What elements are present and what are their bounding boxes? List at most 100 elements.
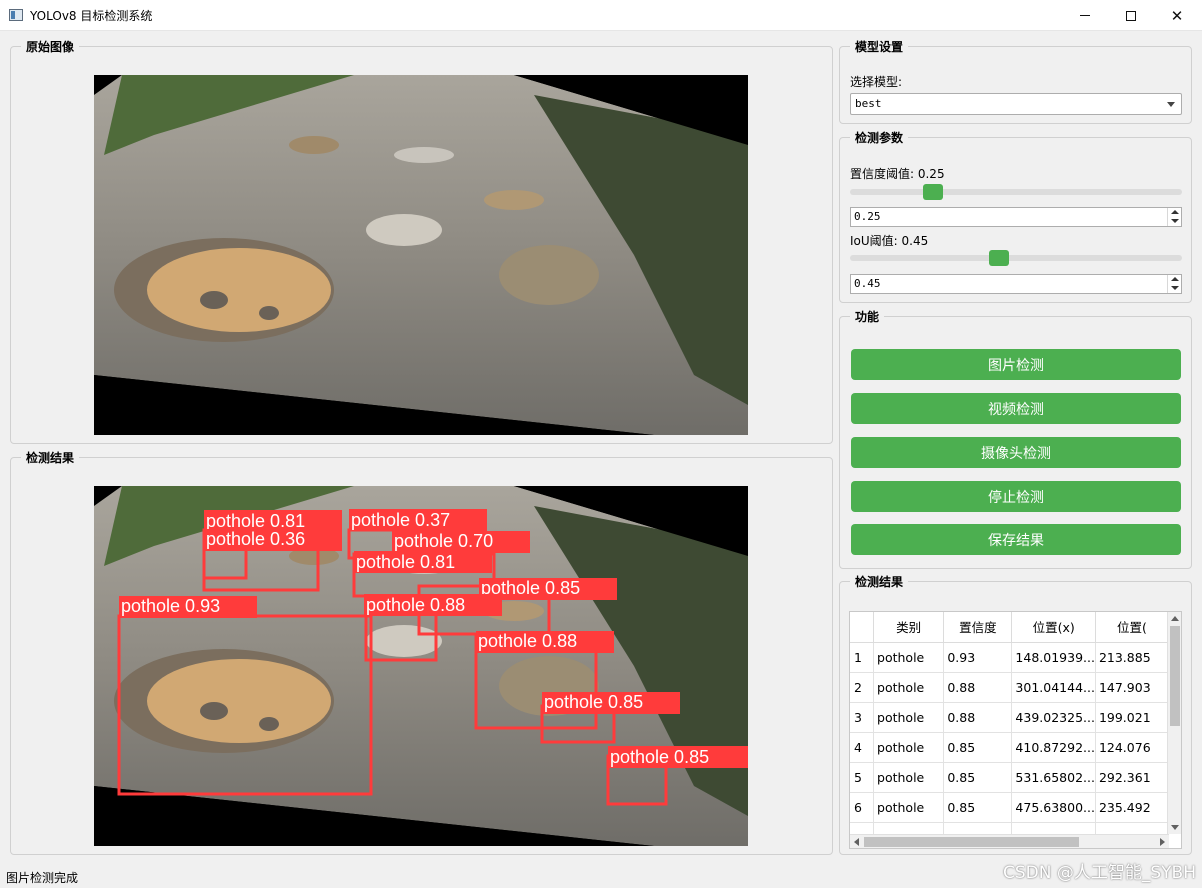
- road-photo: [94, 75, 748, 435]
- minimize-button[interactable]: [1062, 0, 1108, 31]
- row-number[interactable]: 5: [850, 762, 875, 793]
- scroll-down-icon[interactable]: [1171, 825, 1179, 830]
- row-number[interactable]: 4: [850, 732, 875, 763]
- x-cell[interactable]: 475.63800...: [1011, 792, 1096, 823]
- table-row[interactable]: 2 pothole 0.88 301.04144... 147.903: [850, 672, 1169, 703]
- table-row[interactable]: 3 pothole 0.88 439.02325... 199.021: [850, 702, 1169, 733]
- confidence-cell[interactable]: [943, 822, 1013, 834]
- x-cell[interactable]: 531.65802...: [1011, 762, 1096, 793]
- column-header[interactable]: 置信度: [943, 612, 1013, 643]
- row-number[interactable]: [850, 822, 875, 834]
- chevron-up-icon[interactable]: [1171, 210, 1179, 214]
- x-cell[interactable]: 410.87292...: [1011, 732, 1096, 763]
- class-cell[interactable]: pothole: [873, 732, 945, 763]
- y-cell[interactable]: 235.492: [1095, 792, 1169, 823]
- result-image-panel: 检测结果 pothole 0.81 pothole 0.37 pothole 0…: [10, 449, 833, 855]
- table-row[interactable]: 1 pothole 0.93 148.01939... 213.885: [850, 642, 1169, 673]
- detection-overlay: pothole 0.81 pothole 0.37 pothole 0.36 p…: [94, 486, 748, 846]
- confidence-spinbox[interactable]: 0.25: [850, 207, 1182, 227]
- title-bar: YOLOv8 目标检测系统 ✕: [0, 0, 1202, 31]
- spin-arrows[interactable]: [1167, 275, 1181, 293]
- save-results-button[interactable]: 保存结果: [851, 524, 1181, 555]
- iou-slider[interactable]: [850, 250, 1182, 266]
- spin-arrows[interactable]: [1167, 208, 1181, 226]
- class-cell[interactable]: pothole: [873, 792, 945, 823]
- iou-slider-handle[interactable]: [989, 250, 1010, 266]
- detection-params-panel: 检测参数 置信度阈值: 0.25 0.25 IoU阈值: 0.45 0.45: [839, 129, 1192, 303]
- maximize-icon: [1126, 10, 1136, 21]
- horizontal-scroll-thumb[interactable]: [864, 837, 1079, 847]
- chevron-down-icon: [1167, 102, 1175, 107]
- confidence-cell[interactable]: 0.88: [943, 702, 1013, 733]
- horizontal-scrollbar[interactable]: [850, 834, 1169, 848]
- close-button[interactable]: ✕: [1154, 0, 1200, 31]
- x-cell[interactable]: [1011, 822, 1096, 834]
- results-table[interactable]: 类别 置信度 位置(x) 位置( 1 pothole 0.93 148.0193…: [849, 611, 1182, 849]
- minimize-icon: [1080, 15, 1090, 16]
- confidence-cell[interactable]: 0.85: [943, 792, 1013, 823]
- model-label: 选择模型:: [850, 75, 903, 89]
- video-detect-button[interactable]: 视频检测: [851, 393, 1181, 424]
- original-image-panel: 原始图像: [10, 38, 833, 444]
- column-header[interactable]: 位置(x): [1011, 612, 1096, 643]
- chevron-down-icon[interactable]: [1171, 286, 1179, 290]
- confidence-label: 置信度阈值: 0.25: [850, 167, 945, 181]
- x-cell[interactable]: 439.02325...: [1011, 702, 1096, 733]
- class-cell[interactable]: pothole: [873, 762, 945, 793]
- y-cell[interactable]: 292.361: [1095, 762, 1169, 793]
- table-row[interactable]: 5 pothole 0.85 531.65802... 292.361: [850, 762, 1169, 793]
- image-detect-button[interactable]: 图片检测: [851, 349, 1181, 380]
- results-grid: 类别 置信度 位置(x) 位置( 1 pothole 0.93 148.0193…: [850, 612, 1169, 834]
- class-cell[interactable]: [873, 822, 945, 834]
- iou-spinbox[interactable]: 0.45: [850, 274, 1182, 294]
- vertical-scroll-thumb[interactable]: [1170, 626, 1180, 726]
- detection-params-title: 检测参数: [850, 129, 909, 146]
- confidence-cell[interactable]: 0.85: [943, 732, 1013, 763]
- class-cell[interactable]: pothole: [873, 672, 945, 703]
- class-cell[interactable]: pothole: [873, 702, 945, 733]
- status-bar: 图片检测完成: [6, 871, 79, 885]
- camera-detect-button[interactable]: 摄像头检测: [851, 437, 1181, 468]
- row-number[interactable]: 1: [850, 642, 875, 673]
- y-cell[interactable]: [1095, 822, 1169, 834]
- maximize-button[interactable]: [1108, 0, 1154, 31]
- x-cell[interactable]: 301.04144...: [1011, 672, 1096, 703]
- confidence-cell[interactable]: 0.88: [943, 672, 1013, 703]
- x-cell[interactable]: 148.01939...: [1011, 642, 1096, 673]
- confidence-cell[interactable]: 0.93: [943, 642, 1013, 673]
- column-header[interactable]: 类别: [873, 612, 945, 643]
- row-number[interactable]: 6: [850, 792, 875, 823]
- window-title: YOLOv8 目标检测系统: [30, 9, 153, 23]
- original-image-title: 原始图像: [21, 38, 80, 55]
- results-table-title: 检测结果: [850, 573, 909, 590]
- table-row[interactable]: [850, 822, 1169, 834]
- confidence-slider[interactable]: [850, 184, 1182, 200]
- model-settings-title: 模型设置: [850, 38, 909, 55]
- table-row[interactable]: 6 pothole 0.85 475.63800... 235.492: [850, 792, 1169, 823]
- y-cell[interactable]: 147.903: [1095, 672, 1169, 703]
- corner-cell[interactable]: [850, 612, 875, 643]
- chevron-up-icon[interactable]: [1171, 277, 1179, 281]
- class-cell[interactable]: pothole: [873, 642, 945, 673]
- vertical-scrollbar[interactable]: [1167, 612, 1181, 834]
- detection-label: pothole 0.88: [478, 631, 577, 651]
- confidence-value: 0.25: [854, 210, 881, 223]
- y-cell[interactable]: 124.076: [1095, 732, 1169, 763]
- result-image: pothole 0.81 pothole 0.37 pothole 0.36 p…: [94, 486, 748, 846]
- table-row[interactable]: 4 pothole 0.85 410.87292... 124.076: [850, 732, 1169, 763]
- stop-detect-button[interactable]: 停止检测: [851, 481, 1181, 512]
- column-header[interactable]: 位置(: [1095, 612, 1169, 643]
- y-cell[interactable]: 199.021: [1095, 702, 1169, 733]
- confidence-cell[interactable]: 0.85: [943, 762, 1013, 793]
- chevron-down-icon[interactable]: [1171, 219, 1179, 223]
- row-number[interactable]: 3: [850, 702, 875, 733]
- scroll-right-icon[interactable]: [1160, 838, 1165, 846]
- model-select[interactable]: best: [850, 93, 1182, 115]
- confidence-slider-handle[interactable]: [923, 184, 943, 200]
- scroll-up-icon[interactable]: [1171, 616, 1179, 621]
- scroll-left-icon[interactable]: [854, 838, 859, 846]
- model-settings-panel: 模型设置 选择模型: best: [839, 38, 1192, 124]
- y-cell[interactable]: 213.885: [1095, 642, 1169, 673]
- detection-label: pothole 0.81: [206, 511, 305, 531]
- row-number[interactable]: 2: [850, 672, 875, 703]
